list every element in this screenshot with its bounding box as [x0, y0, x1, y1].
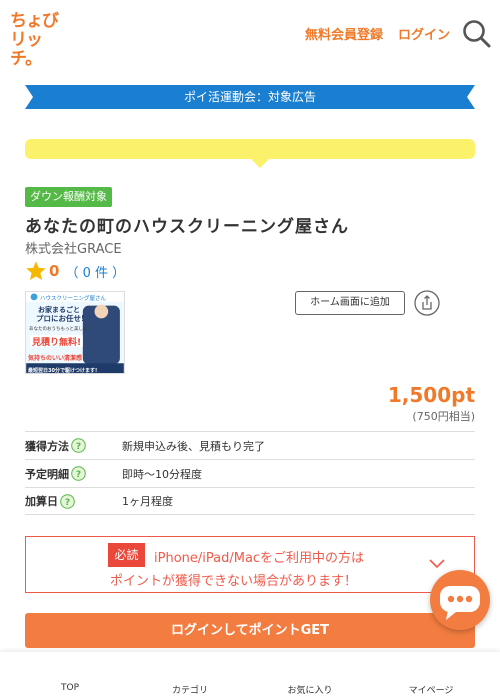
svg-text:?: ? [76, 442, 81, 452]
login-get-points-button[interactable]: ログインしてポイントGET [25, 613, 475, 648]
svg-text:最短翌日30分で駆けつけます!: 最短翌日30分で駆けつけます! [28, 367, 97, 374]
login-link[interactable]: ログイン [398, 24, 450, 43]
company-name: 株式会社GRACE [25, 242, 122, 257]
nav-category[interactable]: カテゴリ [150, 683, 230, 696]
svg-text:あなたのおうちもっと美しく!: あなたのおうちもっと美しく! [29, 325, 89, 332]
svg-text:プロにお任せ!: プロにお任せ! [36, 313, 84, 323]
down-reward-badge: ダウン報酬対象 [25, 187, 112, 207]
svg-text:?: ? [76, 470, 81, 480]
info-table: 獲得方法 ? 新規申込み後、見積もり完了 予定明細 ? 即時～10分程度 加算日… [25, 431, 475, 515]
help-icon[interactable]: ? [71, 466, 86, 481]
svg-text:ハウスクリーニング屋さん: ハウスクリーニング屋さん [40, 294, 107, 302]
info-row-credit-date: 加算日 ? 1ヶ月程度 [25, 487, 475, 515]
info-key-label: 予定明細 [25, 467, 69, 481]
points-value: 1,500pt [387, 383, 475, 407]
info-key-label: 加算日 [25, 495, 58, 508]
rating-value: 0 [49, 262, 60, 280]
svg-text:?: ? [65, 498, 70, 508]
chat-icon [440, 586, 480, 620]
rating-count-link[interactable]: （ 0 件 ） [65, 262, 125, 281]
svg-text:お家まるごと: お家まるごと [38, 305, 80, 314]
share-icon[interactable] [414, 290, 440, 316]
site-logo[interactable]: ちょび リッチ。 [10, 11, 70, 69]
highlight-bar [25, 139, 475, 159]
add-to-home-button[interactable]: ホーム画面に追加 [295, 291, 405, 315]
thumbnail-text: ハウスクリーニング屋さん お家まるごと プロにお任せ! あなたのおうちもっと美し… [28, 294, 107, 374]
offer-title: あなたの町のハウスクリーニング屋さん [25, 217, 349, 237]
info-value: 即時～10分程度 [122, 467, 202, 481]
chevron-down-icon[interactable] [429, 559, 445, 569]
help-icon[interactable]: ? [71, 438, 86, 453]
star-icon [26, 261, 46, 280]
svg-text:気持ちのいい清潔感: 気持ちのいい清潔感 [28, 354, 82, 362]
chat-support-button[interactable] [430, 570, 490, 630]
campaign-banner[interactable]: ポイ活運動会：対象広告 [25, 85, 475, 109]
info-row-schedule: 予定明細 ? 即時～10分程度 [25, 459, 475, 487]
svg-text:見積り無料!: 見積り無料! [31, 336, 81, 348]
search-icon[interactable] [462, 19, 492, 49]
offer-thumbnail: ハウスクリーニング屋さん お家まるごと プロにお任せ! あなたのおうちもっと美し… [25, 291, 125, 374]
nav-mypage[interactable]: マイページ [391, 683, 471, 696]
logo-text-line2: リッチ。 [10, 30, 43, 69]
points-yen-equivalent: (750円相当) [412, 410, 475, 423]
nav-favorites[interactable]: お気に入り [270, 683, 350, 696]
notice-text-line2: ポイントが獲得できない場合があります！ [110, 574, 358, 589]
bottom-navigation: TOP カテゴリ お気に入り マイページ [0, 652, 500, 700]
header: ちょび リッチ。 無料会員登録 ログイン [0, 0, 500, 69]
rating-row: 0 （ 0 件 ） [25, 260, 125, 282]
info-key-label: 獲得方法 [25, 439, 69, 453]
logo-text-line1: ちょび [10, 11, 59, 31]
ios-notice-box[interactable]: 必読 iPhone/iPad/Macをご利用中の方は ポイントが獲得できない場合… [25, 536, 475, 593]
info-row-method: 獲得方法 ? 新規申込み後、見積もり完了 [25, 431, 475, 459]
must-read-badge: 必読 [108, 543, 145, 567]
info-value: 1ヶ月程度 [122, 495, 173, 508]
help-icon[interactable]: ? [60, 493, 75, 509]
highlight-arrow-icon [250, 158, 270, 168]
nav-top[interactable]: TOP [30, 683, 110, 693]
register-link[interactable]: 無料会員登録 [305, 24, 383, 43]
info-value: 新規申込み後、見積もり完了 [122, 439, 265, 453]
notice-text-line1: iPhone/iPad/Macをご利用中の方は [154, 551, 365, 566]
